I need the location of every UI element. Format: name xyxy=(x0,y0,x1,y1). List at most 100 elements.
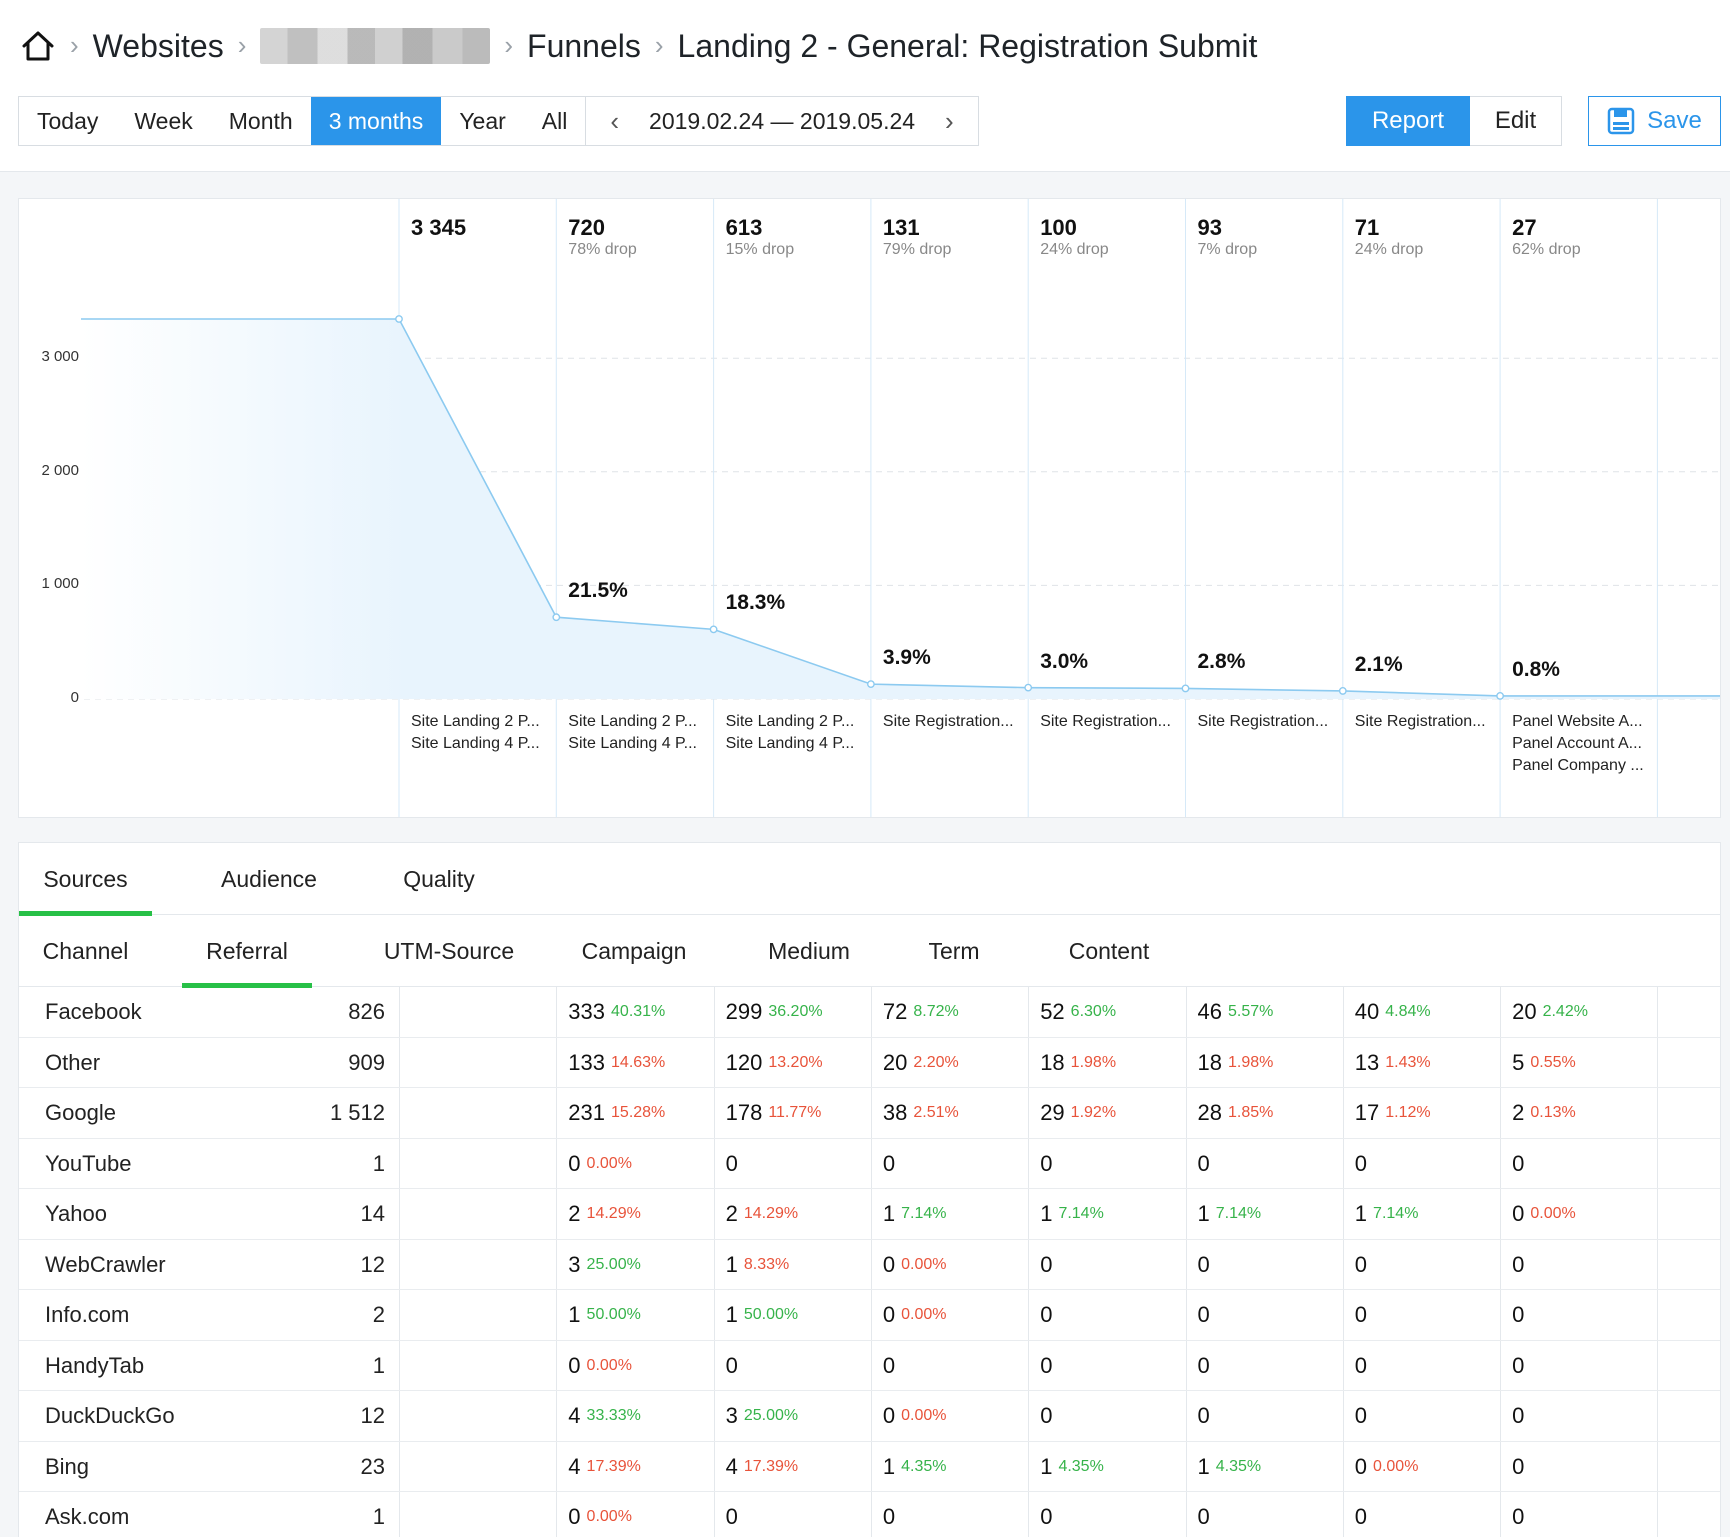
step-labels[interactable]: Panel Website A... Panel Account A... Pane… xyxy=(1512,711,1652,777)
cell-count: 1 xyxy=(568,1302,581,1327)
cell-count: 0 xyxy=(1197,1403,1210,1428)
table-row[interactable]: Ask.com 1 0 0.00% 0 0 0 0 0 0 xyxy=(19,1492,1720,1537)
table-row[interactable]: Bing 23 4 17.39% 4 17.39% 1 4.35% 1 4.35% 1 4.35% 0 0… xyxy=(19,1442,1720,1492)
table-row[interactable]: Yahoo 14 2 14.29% 2 14.29% 1 7.14% 1 7.14% 1 7.14% 1… xyxy=(19,1189,1720,1240)
row-source-name: Info.com xyxy=(45,1302,130,1327)
row-source-name: Google xyxy=(45,1100,116,1125)
edit-button[interactable]: Edit xyxy=(1470,96,1562,146)
tab-audience[interactable]: Audience xyxy=(179,843,359,915)
row-step-cell: 0 xyxy=(1512,1492,1524,1537)
step-labels[interactable]: Site Landing 2 P... Site Landing 4 P... xyxy=(411,711,551,755)
row-step-cell: 231 15.28% xyxy=(568,1088,665,1138)
tab-referral[interactable]: Referral xyxy=(182,915,312,988)
table-row[interactable]: Info.com 2 1 50.00% 1 50.00% 0 0.00% 0 0 0 0 xyxy=(19,1290,1720,1341)
breadcrumb: › Websites › › Funnels › Landing 2 - Gen… xyxy=(20,24,1257,68)
cell-count: 133 xyxy=(568,1049,606,1075)
cell-count: 3 xyxy=(568,1251,581,1277)
table-row[interactable]: WebCrawler 12 3 25.00% 1 8.33% 0 0.00% 0 0 0 0 xyxy=(19,1240,1720,1290)
table-row[interactable]: YouTube 1 0 0.00% 0 0 0 0 0 0 xyxy=(19,1139,1720,1189)
cell-count: 2 xyxy=(1512,1100,1525,1125)
step-label: Site Landing 4 P... xyxy=(725,735,855,752)
breadcrumb-websites[interactable]: Websites xyxy=(93,28,224,65)
period-month-button[interactable]: Month xyxy=(211,97,311,145)
row-step-cell: 0 0.00% xyxy=(883,1290,947,1340)
cell-percent: 17.39% xyxy=(743,1457,799,1475)
period-year-button[interactable]: Year xyxy=(441,97,523,145)
row-step-cell: 20 2.42% xyxy=(1512,987,1588,1037)
chevron-left-icon[interactable]: ‹ xyxy=(600,106,629,137)
row-step-cell: 1 8.33% xyxy=(726,1240,790,1290)
cell-percent: 15.28% xyxy=(611,1104,666,1121)
tab-channel[interactable]: Channel xyxy=(19,915,152,987)
step-labels[interactable]: Site Landing 2 P... Site Landing 4 P... xyxy=(726,711,866,755)
table-row[interactable]: DuckDuckGo 12 4 33.33% 3 25.00% 0 0.00% 0 0 0 0 xyxy=(19,1391,1720,1442)
period-today-button[interactable]: Today xyxy=(19,97,116,145)
table-row[interactable]: Other 909 133 14.63% 120 13.20% 20 2.20% 18 1.98%… xyxy=(19,1038,1720,1088)
breadcrumb-site-redacted[interactable] xyxy=(260,28,491,64)
cell-count: 1 xyxy=(1354,1201,1368,1226)
row-source-name: Yahoo xyxy=(45,1201,107,1226)
row-step-cell: 3 25.00% xyxy=(726,1391,799,1441)
cell-percent: 50.00% xyxy=(743,1306,799,1323)
table-row[interactable]: Facebook 826 333 40.31% 299 36.20% 72 8.72% 52 6.… xyxy=(19,987,1720,1038)
step-drop: 7% drop xyxy=(1197,241,1258,258)
home-icon[interactable] xyxy=(20,28,56,64)
cell-percent: 0.00% xyxy=(901,1407,947,1424)
tab-utm-source[interactable]: UTM-Source xyxy=(359,915,539,987)
report-button[interactable]: Report xyxy=(1346,96,1470,146)
step-labels[interactable]: Site Registration... xyxy=(1355,711,1495,733)
row-step-cell: 0 xyxy=(1512,1240,1524,1290)
tab-quality[interactable]: Quality xyxy=(359,843,519,915)
period-week-button[interactable]: Week xyxy=(116,97,210,145)
tab-medium[interactable]: Medium xyxy=(729,915,889,987)
tab-sources[interactable]: Sources xyxy=(19,843,152,916)
cell-percent: 1.85% xyxy=(1227,1104,1274,1121)
cell-count: 0 xyxy=(1197,1302,1210,1327)
row-step-cell: 0 xyxy=(1355,1341,1367,1391)
tab-campaign[interactable]: Campaign xyxy=(549,915,719,987)
funnel-point xyxy=(867,680,875,689)
step-count: 71 xyxy=(1354,215,1380,240)
row-total: 12 xyxy=(360,1403,385,1428)
floppy-disk-icon xyxy=(1607,107,1635,135)
table-row[interactable]: Google 1 512 231 15.28% 178 11.77% 38 2.51% 29 1.… xyxy=(19,1088,1720,1139)
step-label: Site Landing 2 P... xyxy=(568,713,697,730)
tab-term[interactable]: Term xyxy=(889,915,1019,987)
step-count: 93 xyxy=(1197,215,1222,240)
funnel-point xyxy=(395,315,403,323)
cell-count: 0 xyxy=(1354,1251,1368,1277)
save-button-label: Save xyxy=(1647,107,1702,134)
row-step-cell: 1 4.35% xyxy=(1040,1442,1104,1492)
date-range[interactable]: 2019.02.24 — 2019.05.24 xyxy=(629,108,935,135)
view-switch: Report Edit xyxy=(1346,96,1562,146)
table-row[interactable]: HandyTab 1 0 0.00% 0 0 0 0 0 0 xyxy=(19,1341,1720,1391)
step-labels[interactable]: Site Registration... xyxy=(1198,711,1338,733)
step-drop: 78% drop xyxy=(568,241,637,258)
cell-percent: 7.14% xyxy=(1373,1205,1419,1222)
row-total: 2 xyxy=(372,1302,385,1327)
cell-count: 1 xyxy=(1040,1201,1053,1226)
cell-percent: 0.00% xyxy=(586,1508,632,1525)
period-3months-button[interactable]: 3 months xyxy=(310,97,442,145)
cell-percent: 50.00% xyxy=(586,1306,641,1323)
step-labels[interactable]: Site Landing 2 P... Site Landing 4 P... xyxy=(568,711,708,755)
breadcrumb-separator: › xyxy=(237,29,247,60)
step-labels[interactable]: Site Registration... xyxy=(883,711,1023,733)
breadcrumb-funnels[interactable]: Funnels xyxy=(527,28,641,65)
row-step-cell: 0 xyxy=(883,1139,895,1189)
row-step-cell: 0 xyxy=(1198,1341,1210,1391)
save-button[interactable]: Save xyxy=(1588,96,1721,146)
step-conversion: 2.1% xyxy=(1354,652,1403,676)
period-all-button[interactable]: All xyxy=(524,97,586,145)
tab-content[interactable]: Content xyxy=(1029,915,1189,987)
row-step-cell: 1 7.14% xyxy=(1198,1189,1262,1239)
step-labels[interactable]: Site Registration... xyxy=(1040,711,1180,733)
chevron-right-icon[interactable]: › xyxy=(935,106,964,137)
funnel-point xyxy=(552,613,561,622)
row-step-cell: 18 1.98% xyxy=(1198,1038,1274,1088)
cell-count: 0 xyxy=(725,1150,738,1176)
cell-count: 38 xyxy=(882,1100,908,1125)
cell-percent: 0.00% xyxy=(901,1306,947,1323)
cell-count: 0 xyxy=(1354,1504,1368,1529)
cell-count: 0 xyxy=(1354,1352,1368,1378)
